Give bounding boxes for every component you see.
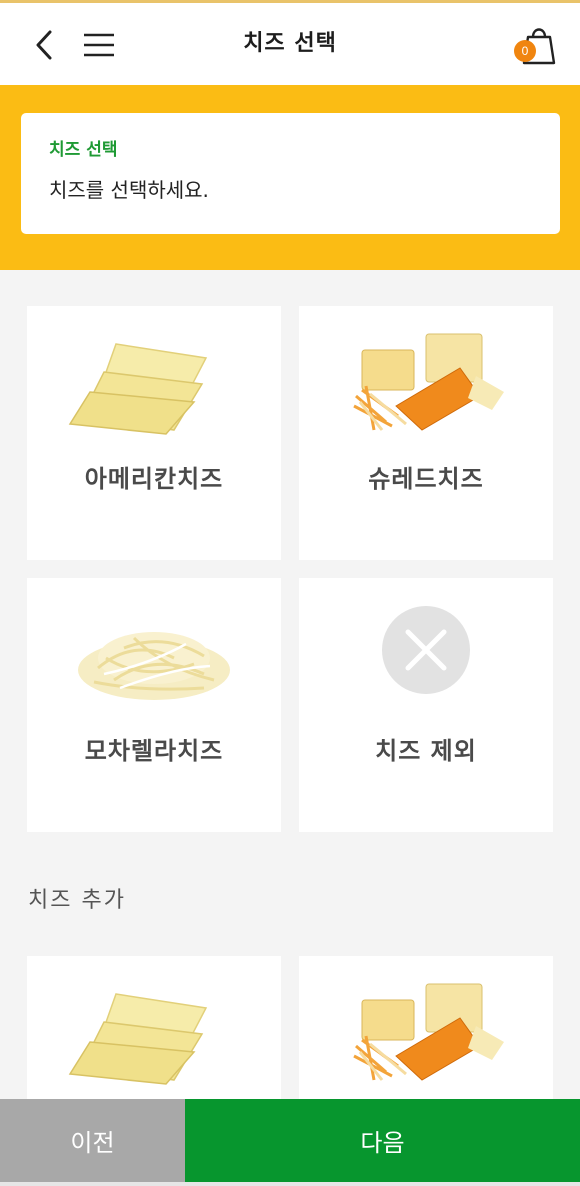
american-cheese-slices-icon: [68, 993, 208, 1085]
american-cheese-slices-icon: [68, 343, 208, 435]
shredded-cheese-blocks-icon: [353, 983, 504, 1081]
cart-count-badge: 0: [514, 40, 536, 62]
option-card-no-cheese[interactable]: 치즈 제외: [299, 578, 553, 832]
instruction-text: 치즈를 선택하세요.: [49, 178, 209, 202]
bottom-nav: 이전 다음: [0, 1099, 580, 1182]
instruction-card: 치즈 선택 치즈를 선택하세요.: [21, 113, 560, 234]
mozzarella-shreds-icon: [78, 632, 230, 700]
option-card-american-cheese[interactable]: 아메리칸치즈: [27, 306, 281, 560]
option-card-shredded-cheese[interactable]: 슈레드치즈: [299, 306, 553, 560]
option-card-mozzarella-cheese[interactable]: 모차렐라치즈: [27, 578, 281, 832]
cart-button[interactable]: 0: [508, 23, 558, 69]
extra-card-american-cheese[interactable]: [27, 956, 281, 1102]
app-header: 치즈 선택 0: [0, 3, 580, 85]
extra-card-shredded-cheese[interactable]: [299, 956, 553, 1102]
close-circle-icon: [382, 606, 470, 694]
option-name: 슈레드치즈: [368, 465, 484, 493]
prev-button[interactable]: 이전: [0, 1099, 185, 1182]
next-button[interactable]: 다음: [185, 1099, 580, 1182]
instruction-banner: 치즈 선택 치즈를 선택하세요.: [0, 85, 580, 270]
bottom-strip: [0, 1182, 580, 1186]
option-name: 아메리칸치즈: [84, 465, 224, 493]
instruction-label: 치즈 선택: [49, 140, 118, 160]
option-name: 치즈 제외: [375, 737, 477, 765]
shredded-cheese-blocks-icon: [353, 333, 504, 431]
extra-cheese-title: 치즈 추가: [28, 888, 126, 913]
option-name: 모차렐라치즈: [84, 737, 224, 765]
page-title: 치즈 선택: [243, 31, 337, 56]
